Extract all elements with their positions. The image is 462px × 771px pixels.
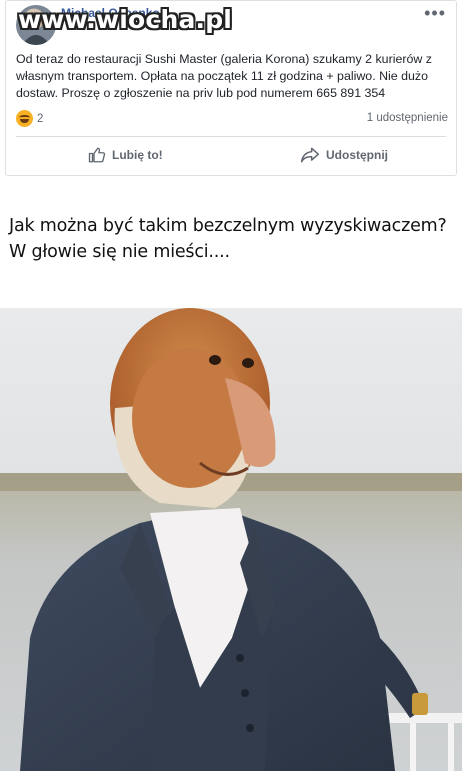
reaction-summary[interactable]: 2	[16, 110, 43, 127]
share-arrow-icon	[300, 147, 320, 163]
thumbs-up-icon	[88, 147, 106, 163]
more-options-icon[interactable]: •••	[424, 3, 446, 24]
share-count[interactable]: 1 udostępnienie	[367, 112, 448, 124]
divider	[16, 136, 446, 137]
reaction-count: 2	[37, 112, 44, 125]
caption-line-1: Jak można być takim bezczelnym wyzyskiwa…	[9, 216, 447, 236]
facebook-post-card: Michael Ospenko www.wiocha.pl ••• Od ter…	[5, 0, 457, 176]
like-button[interactable]: Lubię to!	[88, 146, 163, 164]
meme-photo	[0, 308, 462, 771]
like-label: Lubię to!	[112, 148, 163, 162]
share-button[interactable]: Udostępnij	[300, 146, 388, 164]
post-text: Od teraz do restauracji Sushi Master (ga…	[16, 52, 432, 100]
share-label: Udostępnij	[326, 148, 388, 162]
proboscis-monkey-in-suit-illustration	[0, 308, 462, 771]
meme-caption: Jak można być takim bezczelnym wyzyskiwa…	[9, 213, 454, 265]
caption-line-2: W głowie się nie mieści....	[9, 242, 230, 262]
haha-reaction-icon	[16, 110, 33, 127]
watermark-logo: www.wiocha.pl	[18, 5, 233, 34]
